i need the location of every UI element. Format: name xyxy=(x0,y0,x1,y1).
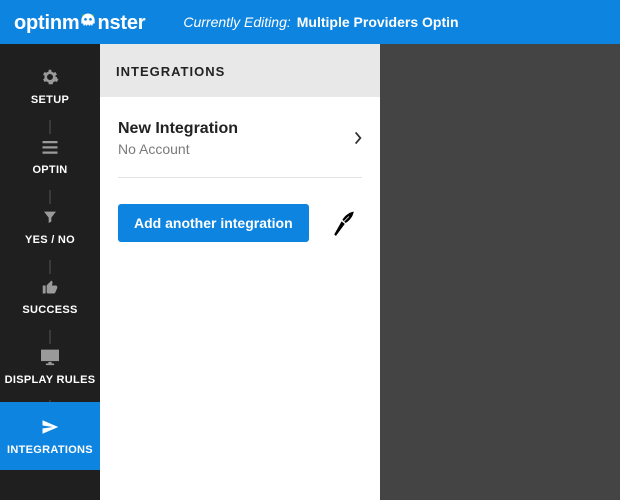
monster-icon xyxy=(78,11,98,31)
app-root: optinm nster Currently Editing: Multiple… xyxy=(0,0,620,500)
sidebar-item-label: YES / NO xyxy=(4,234,96,246)
sidebar-item-label: INTEGRATIONS xyxy=(4,444,96,456)
panel-body: New Integration No Account Add another i… xyxy=(100,97,380,500)
editing-label: Currently Editing: xyxy=(183,14,290,30)
chevron-right-icon xyxy=(354,131,362,145)
sidebar-item-display-rules[interactable]: DISPLAY RULES xyxy=(0,332,100,400)
monitor-icon xyxy=(4,346,96,368)
sidebar-item-optin[interactable]: OPTIN xyxy=(0,122,100,190)
add-integration-button[interactable]: Add another integration xyxy=(118,204,309,242)
brand-text-pre: optinm xyxy=(14,12,79,35)
integration-row[interactable]: New Integration No Account xyxy=(118,97,362,177)
gear-icon xyxy=(4,66,96,88)
settings-panel: INTEGRATIONS New Integration No Account … xyxy=(100,44,380,500)
sidebar-item-label: OPTIN xyxy=(4,164,96,176)
cursor-quill-icon xyxy=(331,210,357,236)
menu-icon xyxy=(4,136,96,158)
add-integration-row: Add another integration xyxy=(118,178,362,268)
thumbs-up-icon xyxy=(4,276,96,298)
brand-logo: optinm nster xyxy=(14,9,145,35)
app-header: optinm nster Currently Editing: Multiple… xyxy=(0,0,620,44)
integration-subtitle: No Account xyxy=(118,141,238,157)
sidebar-item-success[interactable]: SUCCESS xyxy=(0,262,100,330)
sidebar: SETUP OPTIN YES / NO xyxy=(0,44,100,500)
sidebar-item-integrations[interactable]: INTEGRATIONS xyxy=(0,402,100,470)
funnel-icon xyxy=(4,206,96,228)
panel-title: INTEGRATIONS xyxy=(100,44,380,97)
app-body: SETUP OPTIN YES / NO xyxy=(0,44,620,500)
sidebar-item-setup[interactable]: SETUP xyxy=(0,52,100,120)
sidebar-item-label: SUCCESS xyxy=(4,304,96,316)
editing-indicator: Currently Editing: Multiple Providers Op… xyxy=(183,14,458,30)
integration-title: New Integration xyxy=(118,119,238,139)
editor-canvas xyxy=(380,44,620,500)
send-icon xyxy=(4,416,96,438)
sidebar-item-label: SETUP xyxy=(4,94,96,106)
brand-text-post: nster xyxy=(97,12,145,35)
sidebar-item-yesno[interactable]: YES / NO xyxy=(0,192,100,260)
editing-name: Multiple Providers Optin xyxy=(297,14,459,30)
sidebar-item-label: DISPLAY RULES xyxy=(4,374,96,386)
